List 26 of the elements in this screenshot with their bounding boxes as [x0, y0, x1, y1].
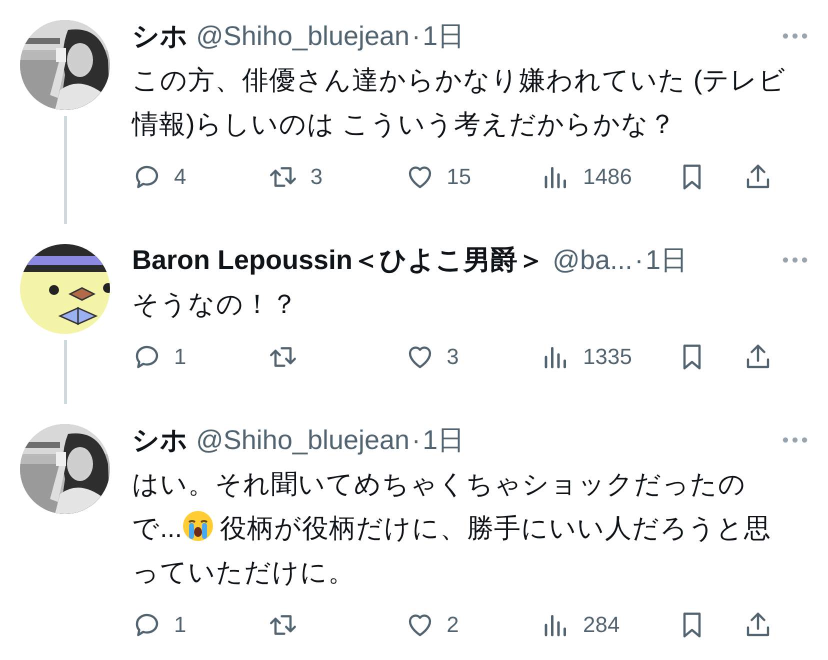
user-name[interactable]: シホ: [132, 18, 188, 54]
reply-count: 1: [174, 612, 186, 638]
post-time[interactable]: 1日: [645, 242, 688, 278]
post-text: この方、俳優さん達からかなり嫌われていた (テレビ情報)らしいのは こういう考えだからかな？: [132, 64, 788, 141]
user-name[interactable]: シホ: [132, 422, 188, 458]
like-count: 15: [446, 164, 472, 190]
reply-count: 1: [174, 344, 186, 370]
repost-count: 3: [310, 164, 323, 190]
post-time[interactable]: 1日: [422, 422, 465, 458]
post-text: そうなの！？: [132, 288, 299, 321]
post-text: はい。それ聞いてめちゃくちゃショックだったので... 役柄が役柄だけに、勝手にいい人だろうと思っていただけに。: [132, 468, 772, 589]
post-time[interactable]: 1日: [422, 18, 465, 54]
separator-dot: ·: [634, 244, 644, 276]
view-count: 1335: [582, 344, 632, 370]
like-count: 2: [446, 612, 459, 638]
crying-emoji-icon: [182, 510, 214, 542]
user-name[interactable]: Baron Lepoussin＜ひよこ男爵＞: [132, 242, 545, 278]
user-handle[interactable]: @ba...: [552, 244, 632, 276]
separator-dot: ·: [412, 424, 421, 456]
reply-count: 4: [174, 164, 186, 190]
user-handle[interactable]: @Shiho_bluejean: [196, 424, 410, 456]
separator-dot: ·: [412, 20, 421, 52]
like-count: 3: [446, 344, 459, 370]
user-handle[interactable]: @Shiho_bluejean: [196, 20, 410, 52]
view-count: 284: [582, 612, 620, 638]
view-count: 1486: [582, 164, 632, 190]
